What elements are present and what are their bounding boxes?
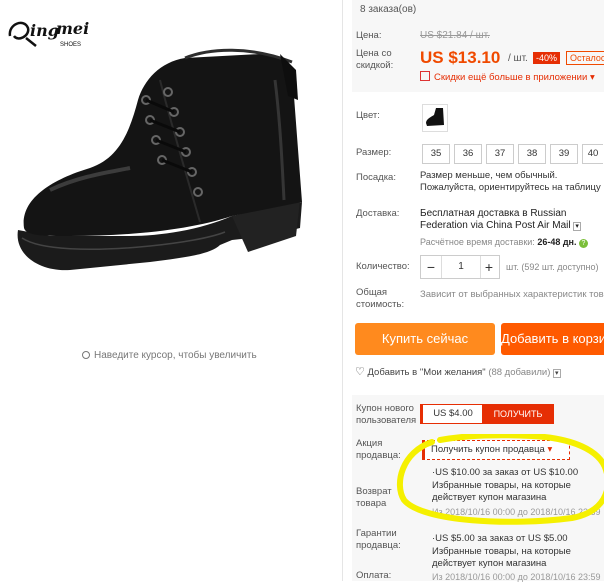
color-label: Цвет: [356,110,380,121]
new-user-coupon-label: Купон нового пользователя [356,403,417,426]
quantity-minus-button[interactable]: − [421,256,441,278]
payment-label: Оплата: [356,570,392,581]
yellow-highlight-annotation [396,434,604,525]
color-swatch-black[interactable] [422,104,448,132]
quantity-plus-button[interactable]: + [479,256,499,278]
buy-now-button[interactable]: Купить сейчас [355,323,495,355]
size-option-36[interactable]: 36 [454,144,482,164]
price-label: Цена: [356,30,382,41]
price-unit: / шт. [508,53,528,64]
quantity-stepper: − 1 + [420,255,500,279]
heart-icon: ♡ [355,366,365,378]
size-option-35[interactable]: 35 [422,144,450,164]
chevron-down-icon: ▾ [553,369,561,378]
shipping-label: Доставка: [356,208,400,219]
coupon-item-2-desc: Избранные товары, на которые действует к… [432,546,571,569]
old-price: US $21.84 / шт. [420,30,490,41]
get-coupon-button[interactable]: ПОЛУЧИТЬ [482,404,554,424]
discount-price-label: Цена со скидкой: [356,48,394,71]
svg-text:mei: mei [56,19,89,38]
size-option-40[interactable]: 40 [582,144,603,164]
total-value: Зависит от выбранных характеристик товар… [420,289,604,300]
chevron-down-icon: ▾ [589,72,595,83]
fit-note: Размер меньше, чем обычный. Пожалуйста, … [420,170,601,196]
column-divider [342,0,343,581]
qr-code-icon [420,71,430,81]
app-deal-link[interactable]: Скидки ещё больше в приложении ▾ [420,71,595,83]
magnifier-icon [82,351,90,360]
quantity-label: Количество: [356,261,410,272]
total-label: Общая стоимость: [356,287,405,310]
boot-thumbnail-icon [426,108,444,126]
help-icon[interactable]: ? [579,239,588,248]
guarantee-label: Гарантии продавца: [356,528,401,551]
quantity-input[interactable]: 1 [441,256,481,278]
stock-available: шт. (592 шт. доступно) [506,262,599,272]
size-option-38[interactable]: 38 [518,144,546,164]
shipping-method[interactable]: Бесплатная доставка в Russian Federation… [420,208,604,234]
new-user-coupon-value: US $4.00 [420,404,484,424]
chevron-down-icon: ▾ [573,222,581,231]
add-to-cart-button[interactable]: Добавить в корзину [501,323,604,355]
discount-badge: -40% [533,52,561,64]
delivery-estimate: Расчётное время доставки: 26-48 дн. ? [420,237,588,248]
current-price: US $13.10 [420,48,501,67]
svg-text:ing: ing [30,21,59,40]
add-to-wishlist[interactable]: ♡ Добавить в "Мои желания" (88 добавили)… [355,365,561,378]
fit-label: Посадка: [356,172,396,183]
size-label: Размер: [356,147,392,158]
remaining-badge: Осталось [566,51,604,65]
coupon-item-2-title: ·US $5.00 за заказ от US $5.00 [432,533,568,544]
size-option-39[interactable]: 39 [550,144,578,164]
zoom-hint: Наведите курсор, чтобы увеличить [82,350,257,361]
size-option-37[interactable]: 37 [486,144,514,164]
orders-count: 8 заказа(ов) [352,0,604,21]
product-image-boot[interactable] [10,40,310,290]
